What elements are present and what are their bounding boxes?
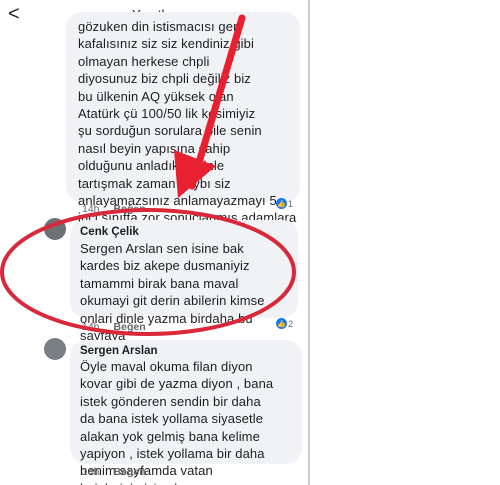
comment-author-2[interactable]: Cenk Çelik [80, 226, 139, 238]
comment-time-2: 14h [82, 321, 100, 333]
comment-meta-3: 14h Beğen [82, 466, 146, 478]
comment-author-3[interactable]: Sergen Arslan [80, 345, 158, 357]
reaction-count-2[interactable]: 👍 2 [276, 318, 293, 329]
reaction-count-1[interactable]: 👍 1 [276, 198, 293, 209]
phone-screen: < Yanıtlar gözuken din istismacısı geri … [0, 0, 308, 485]
like-button-2[interactable]: Beğen [114, 321, 146, 333]
comment-meta-1: 14h Beğen [82, 203, 146, 215]
phone-edge [308, 0, 310, 485]
comment-time-1: 14h [82, 203, 100, 215]
avatar[interactable] [44, 338, 66, 360]
avatar[interactable] [44, 218, 66, 240]
comment-meta-2: 14h Beğen [82, 321, 146, 333]
like-button-1[interactable]: Beğen [114, 203, 146, 215]
like-button-3[interactable]: Beğen [114, 466, 146, 478]
reaction-number-2: 2 [288, 318, 294, 329]
comment-time-3: 14h [82, 466, 100, 478]
thumbs-up-icon: 👍 [276, 198, 287, 209]
thumbs-up-icon: 👍 [276, 318, 287, 329]
reaction-number-1: 1 [288, 198, 294, 209]
